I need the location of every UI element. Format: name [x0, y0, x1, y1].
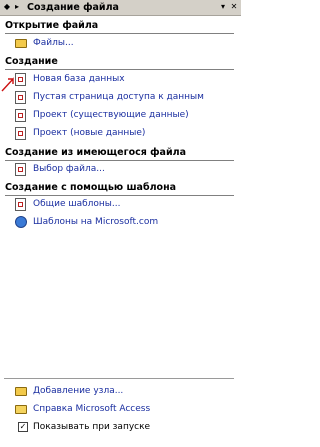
- choose-file-link[interactable]: Выбор файла...: [15, 162, 237, 176]
- page-icon: [15, 90, 28, 104]
- new-db-icon: [15, 72, 28, 86]
- section-divider: [5, 195, 234, 196]
- globe-icon: [15, 215, 28, 229]
- project-new-data-link[interactable]: Проект (новые данные): [15, 126, 237, 140]
- forward-icon[interactable]: ▸: [12, 1, 22, 13]
- blank-data-access-page-label[interactable]: Пустая страница доступа к данным: [33, 92, 204, 102]
- new-database-link[interactable]: Новая база данных: [15, 72, 237, 86]
- mouse-pointer-icon: [1, 77, 14, 92]
- help-icon: [15, 403, 28, 416]
- section-divider: [5, 69, 234, 70]
- templates-microsoft-com-link[interactable]: Шаблоны на Microsoft.com: [15, 215, 237, 229]
- help-label[interactable]: Справка Microsoft Access: [33, 404, 150, 414]
- choose-file-label[interactable]: Выбор файла...: [33, 164, 105, 174]
- section-heading-from-template: Создание с помощью шаблона: [5, 182, 177, 193]
- show-at-startup-option[interactable]: ✓ Показывать при запуске: [18, 420, 240, 434]
- show-at-startup-checkbox[interactable]: ✓: [18, 422, 28, 432]
- project-icon: [15, 108, 28, 122]
- pane-menu-dropdown-icon[interactable]: ▾: [218, 2, 228, 12]
- help-link[interactable]: Справка Microsoft Access: [15, 402, 237, 416]
- file-icon: [15, 162, 28, 176]
- project-icon: [15, 126, 28, 140]
- close-icon[interactable]: ✕: [229, 2, 239, 12]
- folder-icon: [15, 37, 28, 50]
- add-node-label[interactable]: Добавление узла...: [33, 386, 123, 396]
- section-heading-open-file: Открытие файла: [5, 20, 99, 31]
- blank-data-access-page-link[interactable]: Пустая страница доступа к данным: [15, 90, 237, 104]
- folder-icon: [15, 385, 28, 398]
- section-divider: [5, 160, 234, 161]
- project-existing-data-label[interactable]: Проект (существующие данные): [33, 110, 189, 120]
- open-files-link[interactable]: Файлы...: [15, 36, 237, 50]
- general-templates-label[interactable]: Общие шаблоны...: [33, 199, 121, 209]
- task-pane-title: Создание файла: [27, 2, 119, 13]
- section-heading-from-existing: Создание из имеющегося файла: [5, 147, 186, 158]
- general-templates-link[interactable]: Общие шаблоны...: [15, 197, 237, 211]
- show-at-startup-label: Показывать при запуске: [33, 422, 151, 432]
- project-new-data-label[interactable]: Проект (новые данные): [33, 128, 145, 138]
- add-node-link[interactable]: Добавление узла...: [15, 384, 237, 398]
- open-files-label[interactable]: Файлы...: [33, 38, 74, 48]
- section-divider: [5, 33, 234, 34]
- templates-icon: [15, 197, 28, 211]
- task-pane-titlebar: ◆ ▸ Создание файла ▾ ✕: [0, 0, 241, 16]
- section-heading-create: Создание: [5, 56, 58, 67]
- new-database-label[interactable]: Новая база данных: [33, 74, 125, 84]
- templates-microsoft-com-label[interactable]: Шаблоны на Microsoft.com: [33, 217, 158, 227]
- footer-divider: [4, 378, 234, 379]
- back-icon[interactable]: ◆: [2, 1, 12, 13]
- project-existing-data-link[interactable]: Проект (существующие данные): [15, 108, 237, 122]
